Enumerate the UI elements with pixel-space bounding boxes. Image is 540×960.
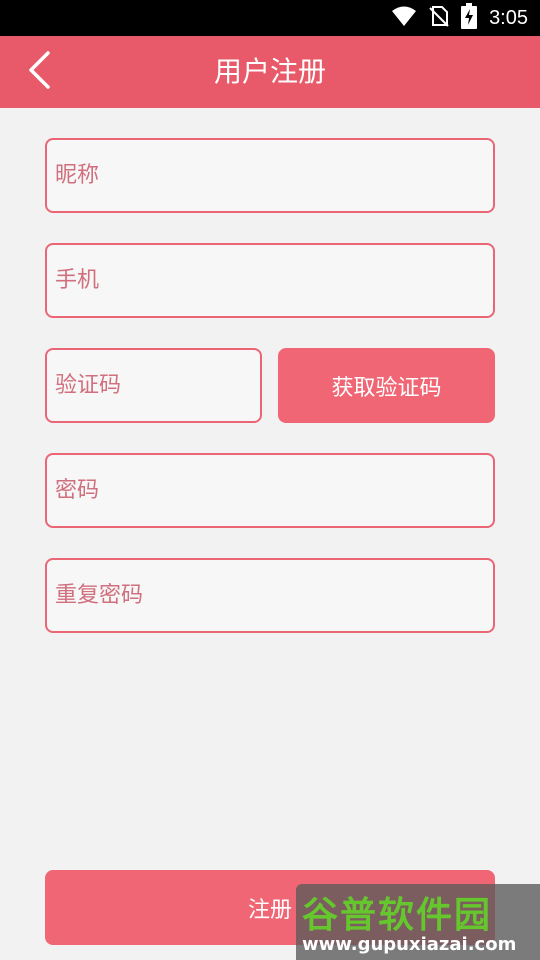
- watermark-brand: 谷普软件园: [302, 895, 493, 936]
- password-field: [45, 453, 495, 528]
- get-code-button[interactable]: 获取验证码: [278, 348, 495, 423]
- page-title: 用户注册: [213, 55, 326, 88]
- status-bar: 3:05: [0, 0, 540, 36]
- nickname-input[interactable]: [47, 140, 493, 211]
- app-bar: 用户注册: [0, 36, 540, 108]
- watermark-logo: 谷普软件园 www.gupuxiazai.com: [296, 884, 540, 960]
- status-icons: 3:05: [391, 0, 528, 36]
- verification-code-input[interactable]: [47, 350, 260, 421]
- wifi-icon: [391, 5, 417, 31]
- back-button[interactable]: [14, 46, 66, 98]
- nickname-field: [45, 138, 495, 213]
- no-sim-icon: [429, 5, 449, 31]
- status-time: 3:05: [489, 6, 528, 29]
- password-input[interactable]: [47, 455, 493, 526]
- battery-charging-icon: [461, 3, 478, 33]
- phone-input[interactable]: [47, 245, 493, 316]
- code-field: [45, 348, 262, 423]
- confirm-password-input[interactable]: [47, 560, 493, 631]
- phone-field: [45, 243, 495, 318]
- chevron-left-icon: [28, 51, 52, 93]
- confirm-password-field: [45, 558, 495, 633]
- watermark-url: www.gupuxiazai.com: [302, 934, 517, 955]
